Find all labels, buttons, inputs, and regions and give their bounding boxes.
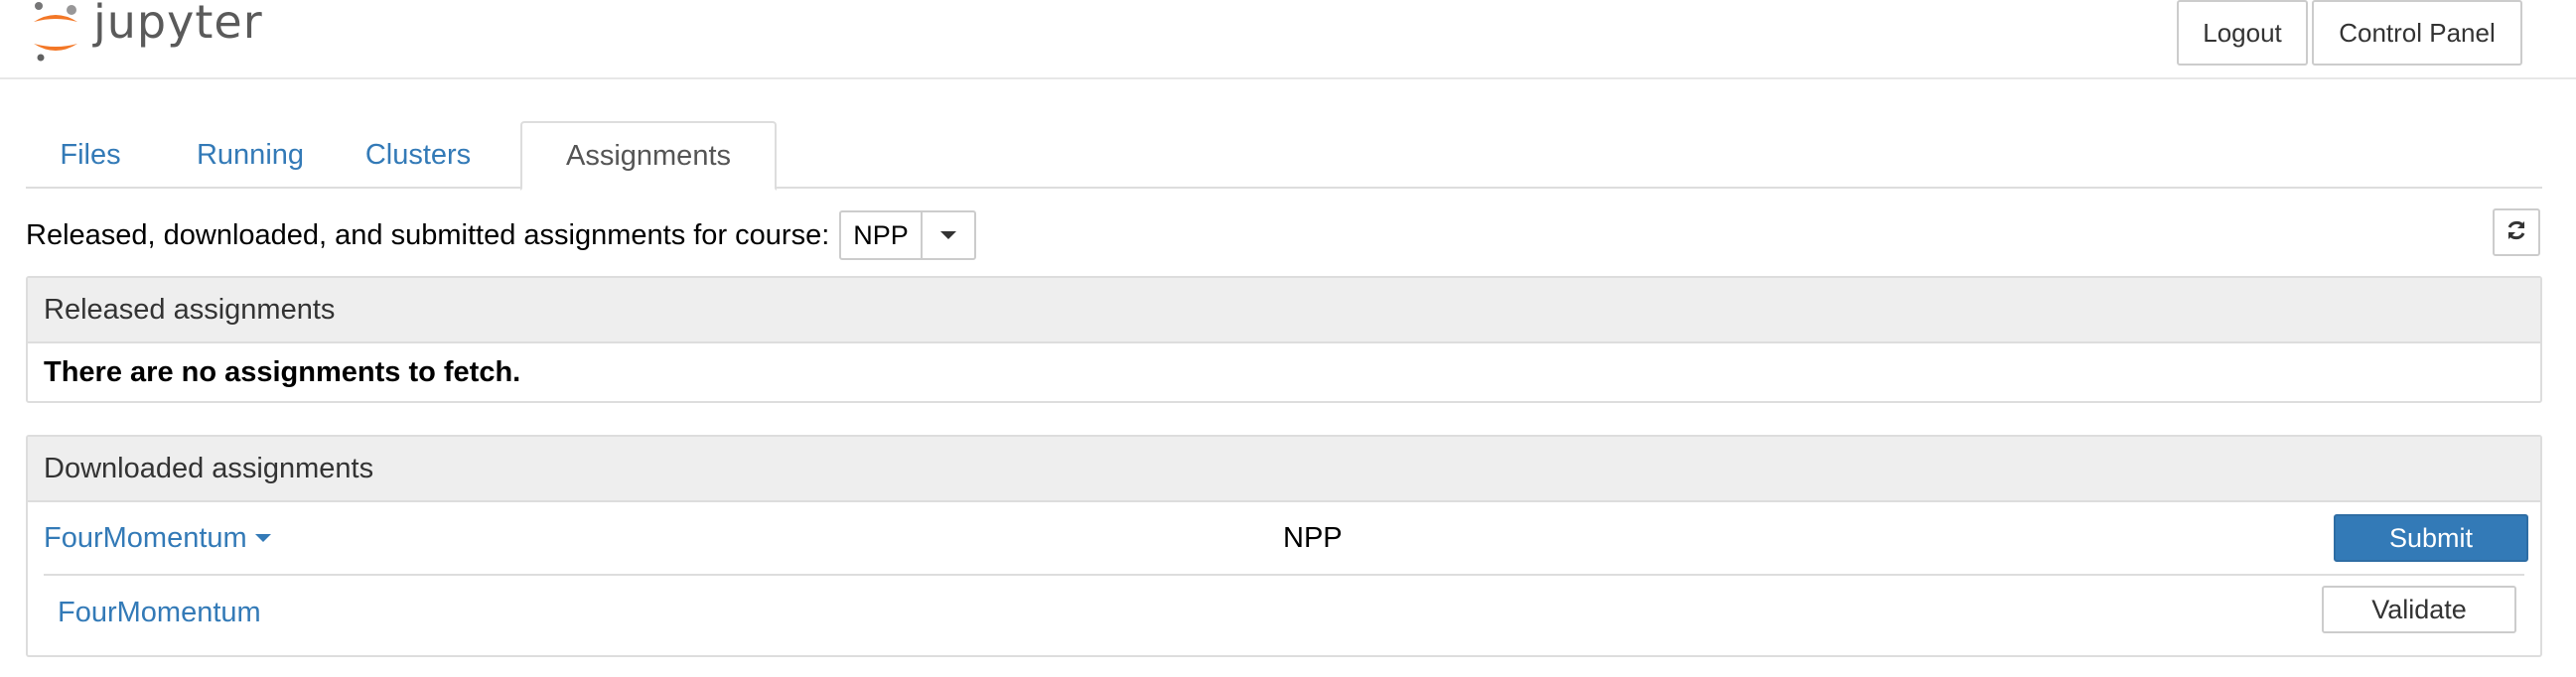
course-dropdown[interactable]: NPP xyxy=(839,210,976,260)
course-selector-label: Released, downloaded, and submitted assi… xyxy=(26,218,830,251)
logo-text: jupyter xyxy=(93,0,263,49)
tab-files[interactable]: Files xyxy=(26,121,155,189)
tab-running[interactable]: Running xyxy=(171,121,330,189)
notebook-row: FourMomentum Validate xyxy=(44,576,2524,649)
header: jupyter Logout Control Panel xyxy=(0,0,2576,79)
caret-down-icon[interactable] xyxy=(254,534,271,542)
assignment-row: FourMomentum NPP Submit xyxy=(44,502,2528,576)
assignment-course: NPP xyxy=(1283,521,1343,554)
downloaded-assignments-panel: Downloaded assignments FourMomentum NPP … xyxy=(26,435,2542,657)
course-dropdown-value[interactable]: NPP xyxy=(841,212,923,258)
refresh-button[interactable] xyxy=(2493,208,2540,256)
submit-button[interactable]: Submit xyxy=(2334,514,2528,562)
assignment-name[interactable]: FourMomentum xyxy=(44,522,247,555)
jupyter-logo[interactable]: jupyter xyxy=(30,0,263,71)
downloaded-assignments-heading: Downloaded assignments xyxy=(28,437,2540,502)
tab-bar: Files Running Clusters Assignments xyxy=(26,121,2542,191)
course-selector-row: Released, downloaded, and submitted assi… xyxy=(26,210,976,260)
tab-clusters[interactable]: Clusters xyxy=(344,121,493,189)
tab-assignments[interactable]: Assignments xyxy=(520,121,777,191)
caret-down-icon xyxy=(939,231,956,239)
validate-button[interactable]: Validate xyxy=(2322,586,2516,633)
jupyter-logo-icon xyxy=(30,0,81,66)
refresh-icon xyxy=(2504,218,2528,247)
released-assignments-panel: Released assignments There are no assign… xyxy=(26,276,2542,403)
released-assignments-heading: Released assignments xyxy=(28,278,2540,343)
control-panel-button[interactable]: Control Panel xyxy=(2312,0,2522,66)
released-empty-message: There are no assignments to fetch. xyxy=(44,355,521,388)
notebook-name-link[interactable]: FourMomentum xyxy=(58,576,261,649)
course-dropdown-toggle[interactable] xyxy=(923,212,974,258)
logout-button[interactable]: Logout xyxy=(2177,0,2308,66)
assignment-name-link[interactable]: FourMomentum xyxy=(44,502,271,574)
